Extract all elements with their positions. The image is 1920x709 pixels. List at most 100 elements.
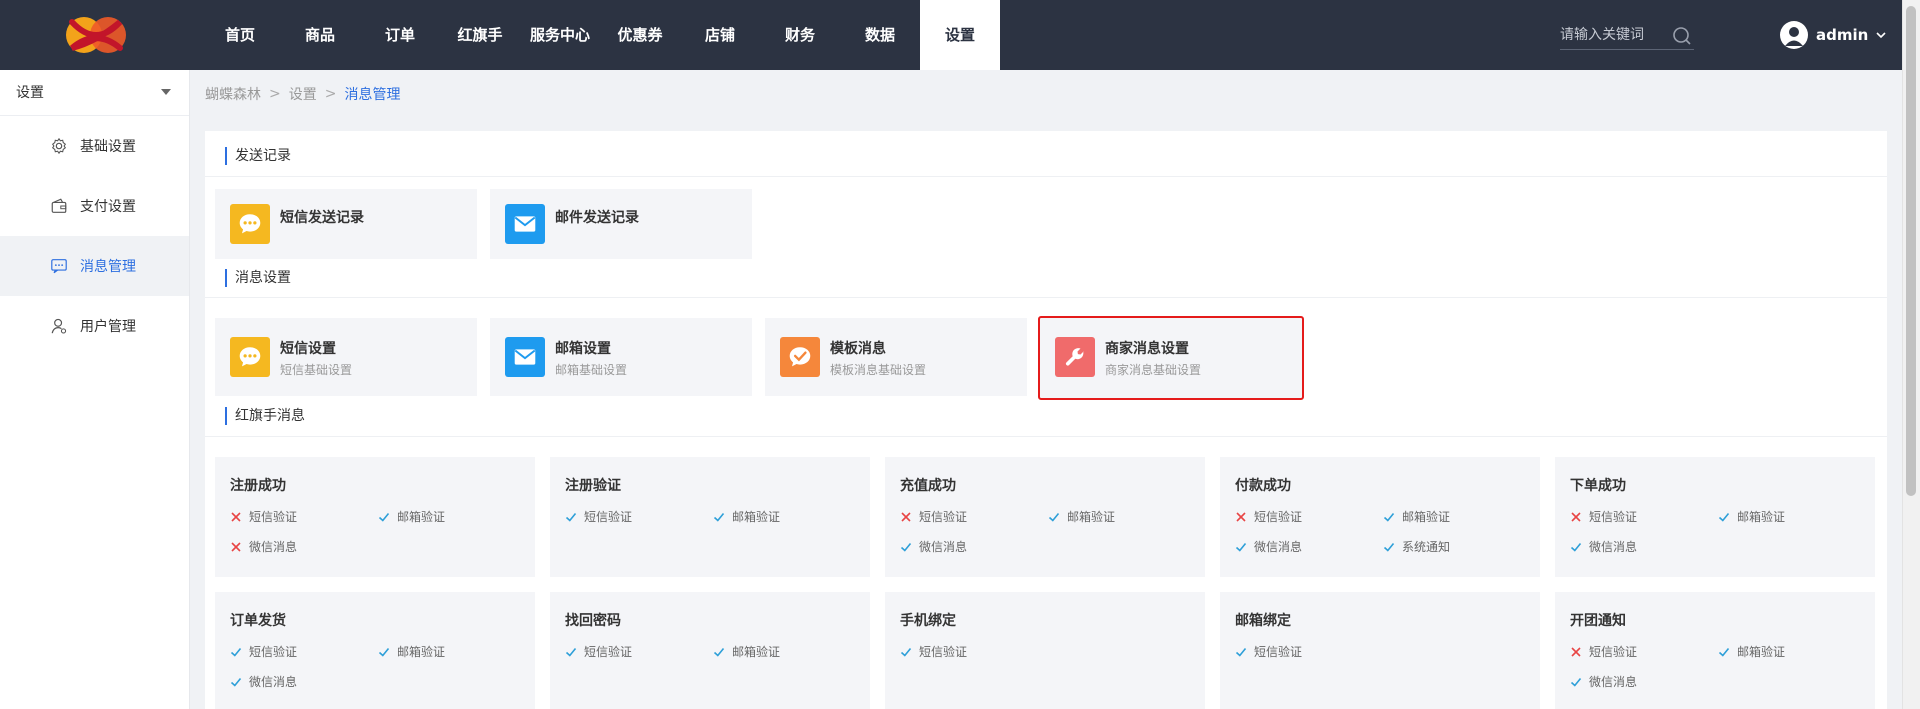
card-hongqishou-5: 订单发货 短信验证 邮箱验证 微信消息: [215, 592, 535, 709]
notify-option[interactable]: 短信验证: [1235, 643, 1302, 660]
breadcrumb-item-0[interactable]: 蝴蝶森林: [205, 84, 261, 104]
check-icon: [1383, 512, 1395, 522]
sidebar-item-1[interactable]: 支付设置: [0, 176, 189, 236]
notify-option[interactable]: 邮箱验证: [1718, 508, 1785, 525]
notify-option[interactable]: 邮箱验证: [378, 508, 445, 525]
notify-option[interactable]: 短信验证: [1570, 508, 1637, 525]
content-panel: 发送记录 消息设置 红旗手消息 短信发送记录 邮件发送记录 短信设置 短信基础设置 邮箱…: [205, 131, 1887, 709]
option-label: 短信验证: [919, 510, 968, 524]
option-label: 短信验证: [919, 645, 968, 659]
nav-item-7[interactable]: 财务: [760, 0, 840, 70]
search-box[interactable]: [1560, 22, 1694, 50]
check-icon: [1048, 512, 1060, 522]
breadcrumb-item-2: 消息管理: [344, 87, 401, 103]
card-message-setting-0[interactable]: 短信设置 短信基础设置: [215, 318, 477, 396]
notify-option[interactable]: 微信消息: [1235, 538, 1302, 555]
sidebar-category-select[interactable]: 设置: [0, 70, 189, 116]
username: admin: [1816, 26, 1869, 44]
check-icon: [1235, 542, 1247, 552]
nav-item-3[interactable]: 红旗手: [440, 0, 520, 70]
card-hongqishou-6: 找回密码 短信验证 邮箱验证: [550, 592, 870, 709]
notify-option[interactable]: 微信消息: [230, 538, 297, 555]
card-message-setting-2[interactable]: 模板消息 模板消息基础设置: [765, 318, 1027, 396]
section-title-message-settings: 消息设置: [225, 269, 291, 287]
card-hongqishou-7: 手机绑定 短信验证: [885, 592, 1205, 709]
nav-item-6[interactable]: 店铺: [680, 0, 760, 70]
option-label: 短信验证: [1254, 645, 1303, 659]
notify-option[interactable]: 邮箱验证: [378, 643, 445, 660]
notify-option[interactable]: 微信消息: [1570, 538, 1637, 555]
gear-icon: [50, 137, 80, 155]
template-check-icon: [780, 337, 820, 377]
notify-option[interactable]: 邮箱验证: [1048, 508, 1115, 525]
card-title: 充值成功: [900, 478, 956, 494]
nav-item-9[interactable]: 设置: [920, 0, 1000, 70]
brand-logo[interactable]: [62, 12, 130, 58]
cross-icon: [231, 541, 241, 552]
notify-option[interactable]: 短信验证: [565, 508, 632, 525]
option-label: 短信验证: [249, 645, 298, 659]
card-send-record-1[interactable]: 邮件发送记录: [490, 189, 752, 259]
wrench-icon: [1055, 337, 1095, 377]
option-label: 邮箱验证: [1067, 510, 1116, 524]
notify-option[interactable]: 短信验证: [900, 508, 967, 525]
card-hongqishou-1: 注册验证 短信验证 邮箱验证: [550, 457, 870, 577]
user-menu[interactable]: admin: [1780, 20, 1886, 50]
chat-icon: [230, 204, 270, 244]
notify-option[interactable]: 微信消息: [1570, 673, 1637, 690]
notify-option[interactable]: 短信验证: [565, 643, 632, 660]
check-icon: [378, 647, 390, 657]
notify-option[interactable]: 短信验证: [230, 508, 297, 525]
check-icon: [713, 512, 725, 522]
nav-item-4[interactable]: 服务中心: [520, 0, 600, 70]
option-label: 短信验证: [249, 510, 298, 524]
card-hongqishou-3: 付款成功 短信验证 邮箱验证 微信消息 系统通知: [1220, 457, 1540, 577]
notify-option[interactable]: 邮箱验证: [713, 508, 780, 525]
mail-icon: [505, 204, 545, 244]
caret-down-icon: [161, 89, 171, 95]
breadcrumb-item-1[interactable]: 设置: [289, 84, 317, 104]
notify-option[interactable]: 短信验证: [1235, 508, 1302, 525]
notify-option[interactable]: 微信消息: [230, 673, 297, 690]
sidebar-item-3[interactable]: 用户管理: [0, 296, 189, 356]
section-divider: [205, 297, 1887, 298]
nav-item-0[interactable]: 首页: [200, 0, 280, 70]
nav-item-1[interactable]: 商品: [280, 0, 360, 70]
card-message-setting-3[interactable]: 商家消息设置 商家消息基础设置: [1038, 316, 1304, 400]
nav-item-5[interactable]: 优惠券: [600, 0, 680, 70]
option-label: 微信消息: [1589, 540, 1638, 554]
sidebar-item-2[interactable]: 消息管理: [0, 236, 189, 296]
notify-option[interactable]: 短信验证: [230, 643, 297, 660]
chevron-down-icon: [1876, 32, 1886, 39]
check-icon: [565, 512, 577, 522]
card-title: 邮箱设置: [555, 341, 611, 357]
nav-item-8[interactable]: 数据: [840, 0, 920, 70]
card-hongqishou-4: 下单成功 短信验证 邮箱验证 微信消息: [1555, 457, 1875, 577]
notify-option[interactable]: 邮箱验证: [713, 643, 780, 660]
user-icon: [50, 317, 80, 335]
sidebar-item-label: 基础设置: [80, 139, 136, 155]
check-icon: [230, 647, 242, 657]
notify-option[interactable]: 邮箱验证: [1718, 643, 1785, 660]
breadcrumb-separator: >: [324, 86, 337, 102]
search-input[interactable]: [1560, 22, 1666, 48]
card-message-setting-1[interactable]: 邮箱设置 邮箱基础设置: [490, 318, 752, 396]
option-label: 邮箱验证: [397, 645, 446, 659]
search-icon[interactable]: [1672, 26, 1692, 46]
cross-icon: [1236, 511, 1246, 522]
notify-option[interactable]: 邮箱验证: [1383, 508, 1450, 525]
notify-option[interactable]: 短信验证: [1570, 643, 1637, 660]
option-label: 短信验证: [1589, 510, 1638, 524]
card-title: 商家消息设置: [1105, 341, 1189, 357]
card-title: 短信设置: [280, 341, 336, 357]
nav-item-2[interactable]: 订单: [360, 0, 440, 70]
notify-option[interactable]: 微信消息: [900, 538, 967, 555]
card-send-record-0[interactable]: 短信发送记录: [215, 189, 477, 259]
chat-icon: [230, 337, 270, 377]
section-divider: [205, 176, 1887, 177]
scrollbar-thumb[interactable]: [1906, 6, 1916, 496]
notify-option[interactable]: 系统通知: [1383, 538, 1450, 555]
check-icon: [565, 647, 577, 657]
notify-option[interactable]: 短信验证: [900, 643, 967, 660]
sidebar-item-0[interactable]: 基础设置: [0, 116, 189, 176]
